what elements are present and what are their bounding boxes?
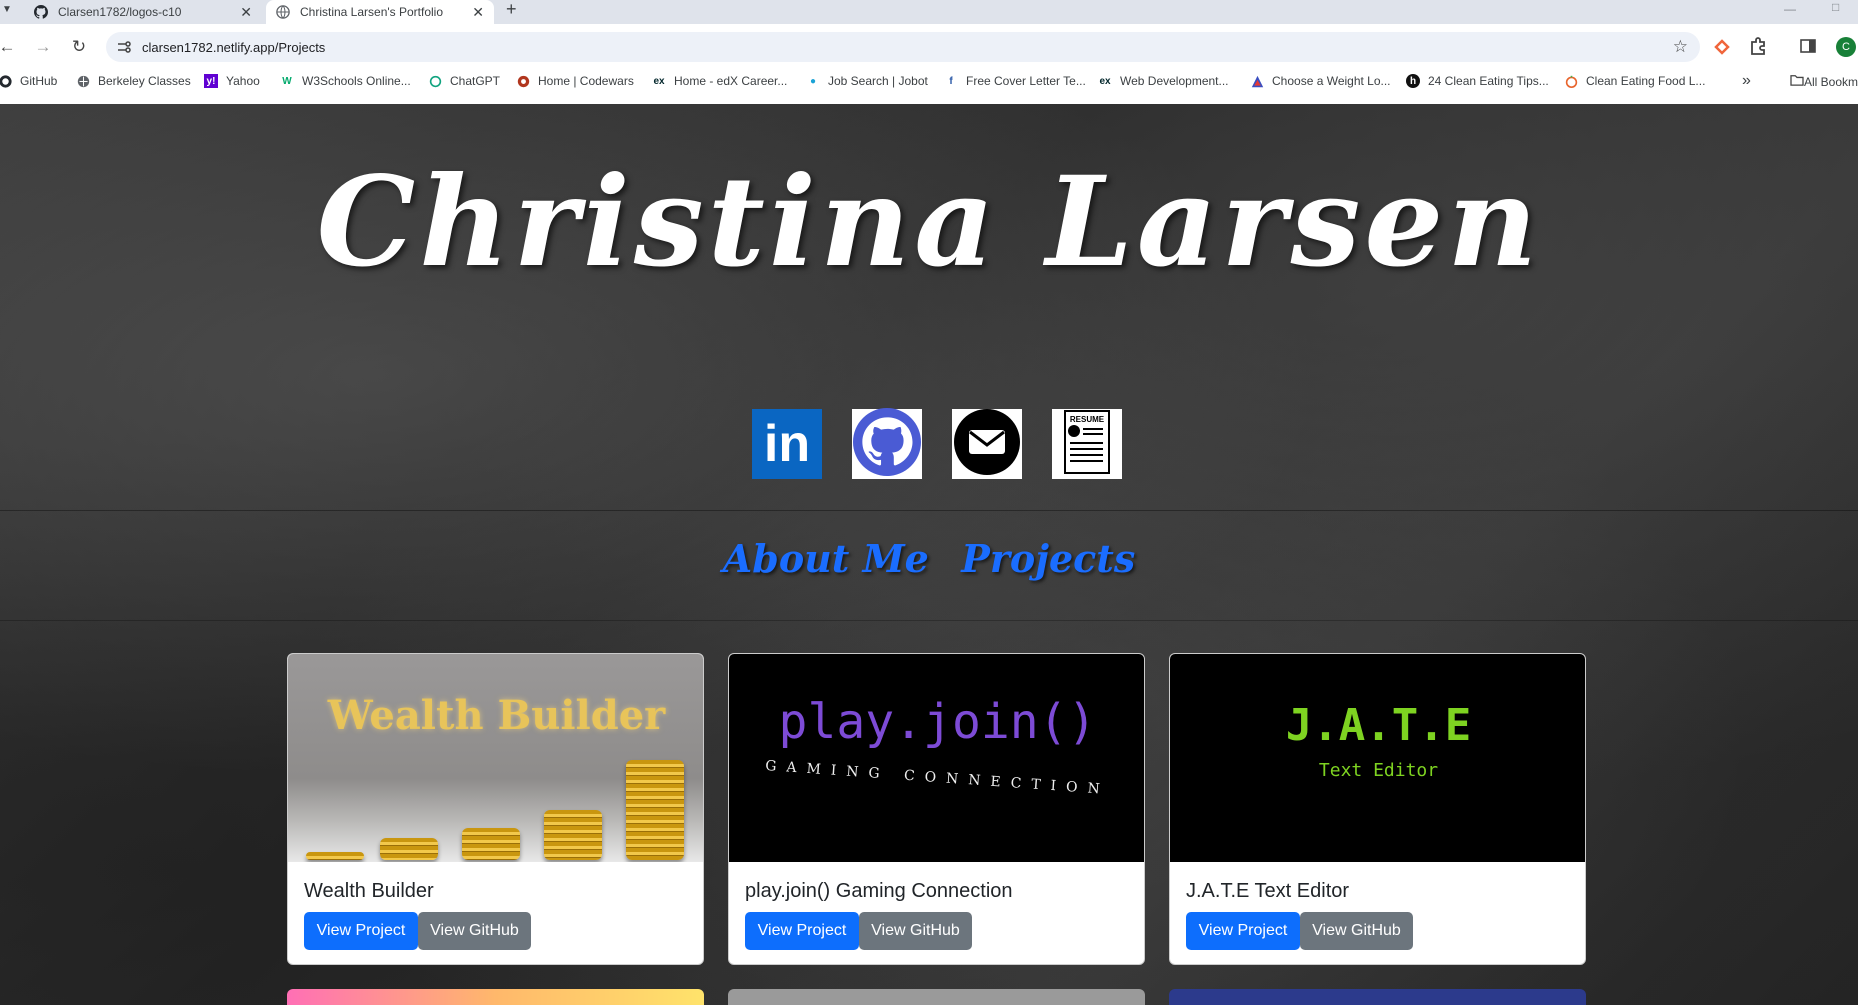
bookmark-github[interactable]: GitHub bbox=[0, 74, 57, 88]
site-settings-icon[interactable] bbox=[116, 39, 132, 55]
thumbnail-subtext: Text Editor bbox=[1318, 760, 1439, 781]
thumbnail-text: J.A.T.E bbox=[1285, 700, 1472, 751]
view-github-button[interactable]: View GitHub bbox=[418, 912, 531, 950]
edx-icon: ex bbox=[1099, 75, 1111, 87]
tab-github-logos[interactable]: Clarsen1782/logos-c10 ✕ bbox=[0, 0, 262, 24]
profile-avatar[interactable]: C bbox=[1836, 37, 1856, 57]
bookmark-w3schools[interactable]: W W3Schools Online... bbox=[280, 74, 410, 88]
h-icon: h bbox=[1406, 74, 1420, 88]
more-bookmarks-chevron-icon[interactable]: » bbox=[1742, 72, 1751, 90]
view-github-button[interactable]: View GitHub bbox=[859, 912, 972, 950]
coin-stack bbox=[462, 828, 520, 860]
resume-link[interactable]: RESUME bbox=[1052, 409, 1122, 479]
thumbnail-text: play.join() bbox=[778, 694, 1097, 750]
view-project-button[interactable]: View Project bbox=[1186, 912, 1300, 950]
project-card-jate: J.A.T.E Text Editor J.A.T.E Text Editor … bbox=[1169, 653, 1586, 965]
resume-label: RESUME bbox=[1069, 415, 1105, 424]
bookmark-star-icon[interactable]: ☆ bbox=[1673, 37, 1688, 57]
nav-divider bbox=[0, 620, 1858, 621]
bookmark-weight-loss[interactable]: Choose a Weight Lo... bbox=[1250, 74, 1391, 88]
nav-projects-link[interactable]: Projects bbox=[961, 536, 1135, 581]
view-project-button[interactable]: View Project bbox=[745, 912, 859, 950]
globe-icon bbox=[76, 74, 90, 88]
w3schools-icon: W bbox=[282, 75, 292, 87]
github-icon bbox=[34, 5, 48, 19]
minimize-window-icon[interactable]: — bbox=[1784, 2, 1796, 16]
project-thumbnail: Wealth Builder bbox=[288, 654, 703, 862]
envelope-icon bbox=[953, 408, 1021, 481]
bookmark-jobot[interactable]: ● Job Search | Jobot bbox=[806, 74, 928, 88]
social-links: in RESUME bbox=[752, 407, 1122, 481]
tab-strip: ▼ Clarsen1782/logos-c10 ✕ Christina Lars… bbox=[0, 0, 1858, 24]
project-card-partial[interactable] bbox=[287, 989, 704, 1005]
back-arrow-icon[interactable]: ← bbox=[0, 36, 18, 58]
extensions-puzzle-icon[interactable] bbox=[1748, 36, 1768, 56]
all-bookmarks-folder[interactable]: All Bookmarks bbox=[1790, 74, 1858, 89]
bookmark-codewars[interactable]: Home | Codewars bbox=[516, 74, 634, 88]
coin-stack bbox=[380, 838, 438, 860]
triangle-icon bbox=[1250, 74, 1264, 88]
project-thumbnail: J.A.T.E Text Editor bbox=[1170, 654, 1585, 862]
project-card-partial[interactable] bbox=[728, 989, 1145, 1005]
hero-name: Christina Larsen bbox=[316, 150, 1542, 295]
linkedin-link[interactable]: in bbox=[752, 409, 822, 479]
coin-stack bbox=[544, 810, 602, 860]
globe-icon bbox=[276, 5, 290, 19]
cover-letter-icon: f bbox=[949, 75, 953, 87]
bookmark-yahoo[interactable]: y! Yahoo bbox=[204, 74, 260, 88]
jobot-icon: ● bbox=[809, 75, 817, 87]
forward-arrow-icon[interactable]: → bbox=[32, 36, 54, 58]
tab-title: Clarsen1782/logos-c10 bbox=[58, 5, 182, 19]
portfolio-page: Christina Larsen in RESUME About Me Proj… bbox=[0, 104, 1858, 1005]
toolbar: ← → ↻ clarsen1782.netlify.app/Projects ☆… bbox=[0, 30, 1858, 64]
maximize-window-icon[interactable]: □ bbox=[1832, 0, 1839, 14]
github-link[interactable] bbox=[852, 407, 922, 481]
close-tab-icon[interactable]: ✕ bbox=[472, 4, 484, 21]
project-title: J.A.T.E Text Editor bbox=[1186, 880, 1350, 902]
bookmark-web-development[interactable]: ex Web Development... bbox=[1098, 74, 1228, 88]
bookmark-chatgpt[interactable]: ChatGPT bbox=[428, 74, 500, 88]
nav-about-me-link[interactable]: About Me bbox=[723, 536, 929, 581]
thumbnail-text: Wealth Builder bbox=[327, 692, 666, 739]
email-link[interactable] bbox=[952, 408, 1022, 481]
edx-icon: ex bbox=[653, 75, 665, 87]
side-panel-icon[interactable] bbox=[1800, 38, 1816, 54]
project-card-partial[interactable] bbox=[1169, 989, 1586, 1005]
bookmark-cover-letter[interactable]: f Free Cover Letter Te... bbox=[944, 74, 1086, 88]
reload-icon[interactable]: ↻ bbox=[68, 36, 90, 58]
linkedin-icon: in bbox=[763, 415, 811, 473]
coin-stack bbox=[306, 852, 364, 860]
github-icon bbox=[0, 74, 12, 88]
project-title: Wealth Builder bbox=[304, 880, 434, 902]
chatgpt-icon bbox=[428, 74, 442, 88]
coin-stack bbox=[626, 760, 684, 860]
browser-chrome: ▼ Clarsen1782/logos-c10 ✕ Christina Lars… bbox=[0, 0, 1858, 104]
thumbnail-subtext: GAMING CONNECTION bbox=[764, 757, 1111, 799]
bookmark-clean-eating-tips[interactable]: h 24 Clean Eating Tips... bbox=[1406, 74, 1549, 88]
project-title: play.join() Gaming Connection bbox=[745, 880, 1013, 902]
github-icon bbox=[853, 407, 921, 481]
url-text: clarsen1782.netlify.app/Projects bbox=[142, 40, 326, 55]
project-thumbnail: play.join() GAMING CONNECTION bbox=[729, 654, 1144, 862]
folder-icon bbox=[1790, 74, 1804, 89]
new-tab-plus-icon[interactable]: + bbox=[506, 0, 517, 18]
bookmarks-bar: GitHub Berkeley Classes y! Yahoo W W3Sch… bbox=[0, 71, 1858, 95]
view-project-button[interactable]: View Project bbox=[304, 912, 418, 950]
tab-title: Christina Larsen's Portfolio bbox=[300, 5, 444, 19]
codewars-icon bbox=[516, 74, 530, 88]
bookmark-clean-eating-food[interactable]: Clean Eating Food L... bbox=[1564, 74, 1705, 88]
tab-portfolio-active[interactable]: Christina Larsen's Portfolio ✕ bbox=[266, 0, 494, 24]
bookmark-edx-career[interactable]: ex Home - edX Career... bbox=[652, 74, 787, 88]
nav-divider bbox=[0, 510, 1858, 511]
address-bar[interactable]: clarsen1782.netlify.app/Projects ☆ bbox=[106, 32, 1700, 62]
yahoo-icon: y! bbox=[204, 74, 218, 88]
bookmark-berkeley[interactable]: Berkeley Classes bbox=[76, 74, 191, 88]
project-card-wealth-builder: Wealth Builder Wealth Builder View Proje… bbox=[287, 653, 704, 965]
project-card-play-join: play.join() GAMING CONNECTION play.join(… bbox=[728, 653, 1145, 965]
extension-red-icon[interactable] bbox=[1712, 37, 1732, 57]
close-tab-icon[interactable]: ✕ bbox=[240, 4, 252, 21]
view-github-button[interactable]: View GitHub bbox=[1300, 912, 1413, 950]
site-nav: About Me Projects bbox=[0, 536, 1858, 581]
food-icon bbox=[1564, 74, 1578, 88]
